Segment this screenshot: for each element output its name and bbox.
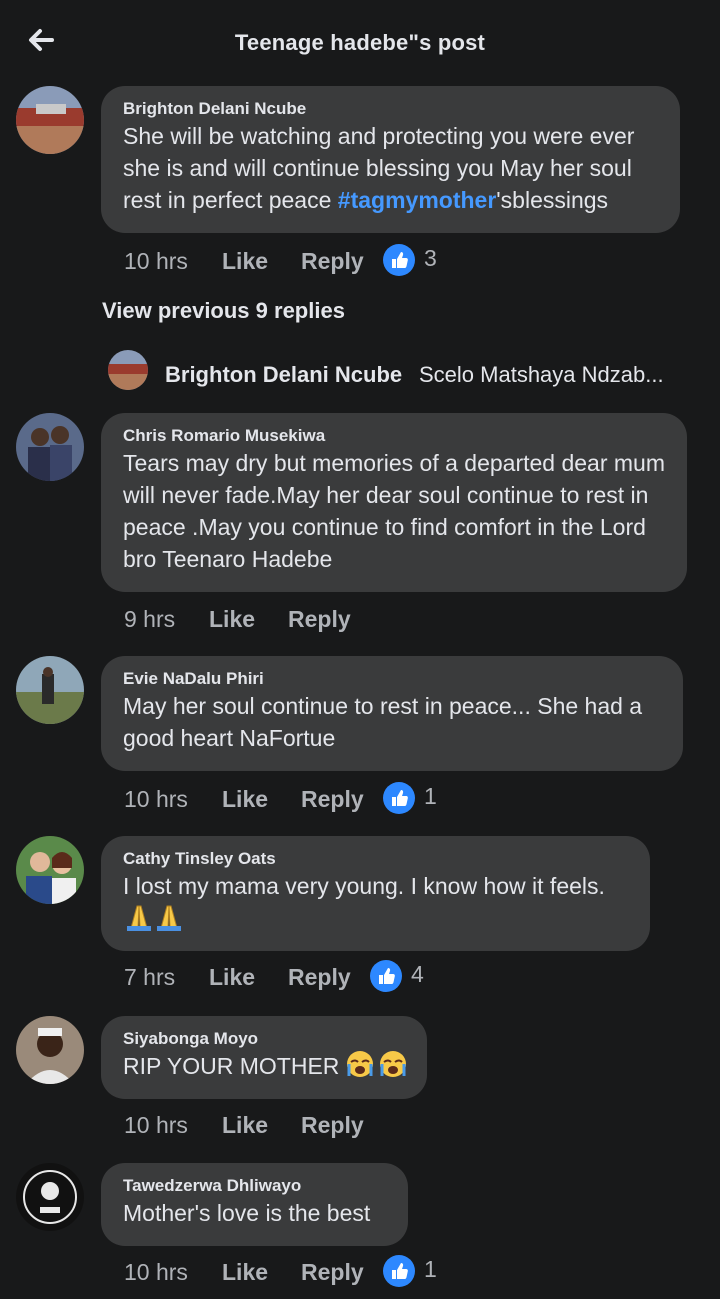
- reaction-count-number: 1: [424, 783, 437, 809]
- like-button[interactable]: Like: [222, 786, 268, 813]
- comment-author[interactable]: Cathy Tinsley Oats: [123, 848, 628, 870]
- reaction-count[interactable]: 4: [370, 960, 424, 992]
- like-button[interactable]: Like: [222, 248, 268, 275]
- like-button[interactable]: Like: [222, 1112, 268, 1139]
- like-button[interactable]: Like: [209, 964, 255, 991]
- avatar[interactable]: [16, 836, 84, 904]
- comment-text: May her soul continue to rest in peace..…: [123, 693, 643, 751]
- hashtag-link[interactable]: #tagmymother: [338, 187, 496, 213]
- thumbs-up-icon: [383, 244, 415, 276]
- reply-button[interactable]: Reply: [301, 1112, 364, 1139]
- reply-button[interactable]: Reply: [288, 964, 351, 991]
- reaction-count-number: 4: [411, 961, 424, 987]
- comment-author[interactable]: Evie NaDalu Phiri: [123, 668, 661, 690]
- reaction-count[interactable]: 1: [383, 1255, 437, 1287]
- page-title: Teenage hadebe"s post: [234, 30, 486, 55]
- like-button[interactable]: Like: [209, 606, 255, 633]
- reply-button[interactable]: Reply: [301, 786, 364, 813]
- avatar[interactable]: [16, 413, 84, 481]
- comment-bubble[interactable]: Evie NaDalu Phiri May her soul continue …: [101, 656, 683, 771]
- comment-bubble[interactable]: Brighton Delani Ncube She will be watchi…: [101, 86, 680, 233]
- top-bar: Teenage hadebe"s post: [0, 0, 720, 86]
- reply-text: Scelo Matshaya Ndzab...: [419, 362, 664, 387]
- comment-time: 10 hrs: [124, 1259, 188, 1285]
- comment-text: She will be watching and protecting you …: [123, 120, 658, 216]
- comment-author[interactable]: Chris Romario Musekiwa: [123, 425, 665, 447]
- reply-button[interactable]: Reply: [301, 248, 364, 275]
- comment-actions: 10 hrs Like Reply 1: [124, 1255, 524, 1289]
- reply-button[interactable]: Reply: [288, 606, 351, 633]
- comment-time: 10 hrs: [124, 786, 188, 812]
- reaction-count[interactable]: 1: [383, 782, 437, 814]
- comment-author[interactable]: Tawedzerwa Dhliwayo: [123, 1175, 386, 1197]
- comment-text: RIP YOUR MOTHER: [123, 1050, 408, 1086]
- comment-actions: 7 hrs Like Reply 4: [124, 960, 524, 994]
- comment-actions: 10 hrs Like Reply 1: [124, 782, 524, 816]
- comment-time: 10 hrs: [124, 1112, 188, 1138]
- reply-preview[interactable]: Brighton Delani Ncube Scelo Matshaya Ndz…: [108, 350, 708, 392]
- crying-face-emoji: [346, 1050, 408, 1086]
- avatar[interactable]: [16, 1163, 84, 1231]
- comment-text-part: 'sblessings: [496, 187, 609, 213]
- view-previous-replies-link[interactable]: View previous 9 replies: [102, 298, 345, 324]
- comment-text: Mother's love is the best: [123, 1200, 371, 1226]
- comment-bubble[interactable]: Siyabonga Moyo RIP YOUR MOTHER: [101, 1016, 427, 1099]
- comment-text: Tears may dry but memories of a departed…: [123, 450, 666, 572]
- reaction-count-number: 1: [424, 1256, 437, 1282]
- comment-time: 10 hrs: [124, 248, 188, 274]
- avatar[interactable]: [16, 656, 84, 724]
- comment-time: 7 hrs: [124, 964, 176, 990]
- like-button[interactable]: Like: [222, 1259, 268, 1286]
- reaction-count[interactable]: 3: [383, 244, 437, 276]
- comment-time: 9 hrs: [124, 606, 176, 632]
- comment-bubble[interactable]: Cathy Tinsley Oats I lost my mama very y…: [101, 836, 650, 951]
- avatar[interactable]: [16, 86, 84, 154]
- reply-button[interactable]: Reply: [301, 1259, 364, 1286]
- avatar: [108, 350, 148, 390]
- comment-actions: 9 hrs Like Reply: [124, 606, 524, 636]
- comment-text-part: RIP YOUR MOTHER: [123, 1053, 340, 1080]
- thumbs-up-icon: [383, 1255, 415, 1287]
- folded-hands-emoji: [123, 902, 628, 934]
- comment-bubble[interactable]: Tawedzerwa Dhliwayo Mother's love is the…: [101, 1163, 408, 1246]
- comment-author[interactable]: Brighton Delani Ncube: [123, 98, 658, 120]
- thumbs-up-icon: [370, 960, 402, 992]
- comment-actions: 10 hrs Like Reply 3: [124, 244, 524, 278]
- reply-author: Brighton Delani Ncube: [165, 362, 403, 387]
- comment-text: I lost my mama very young. I know how it…: [123, 873, 605, 899]
- comment-actions: 10 hrs Like Reply: [124, 1112, 524, 1142]
- thumbs-up-icon: [383, 782, 415, 814]
- avatar[interactable]: [16, 1016, 84, 1084]
- reaction-count-number: 3: [424, 245, 437, 271]
- comment-author[interactable]: Siyabonga Moyo: [123, 1028, 405, 1050]
- comment-bubble[interactable]: Chris Romario Musekiwa Tears may dry but…: [101, 413, 687, 592]
